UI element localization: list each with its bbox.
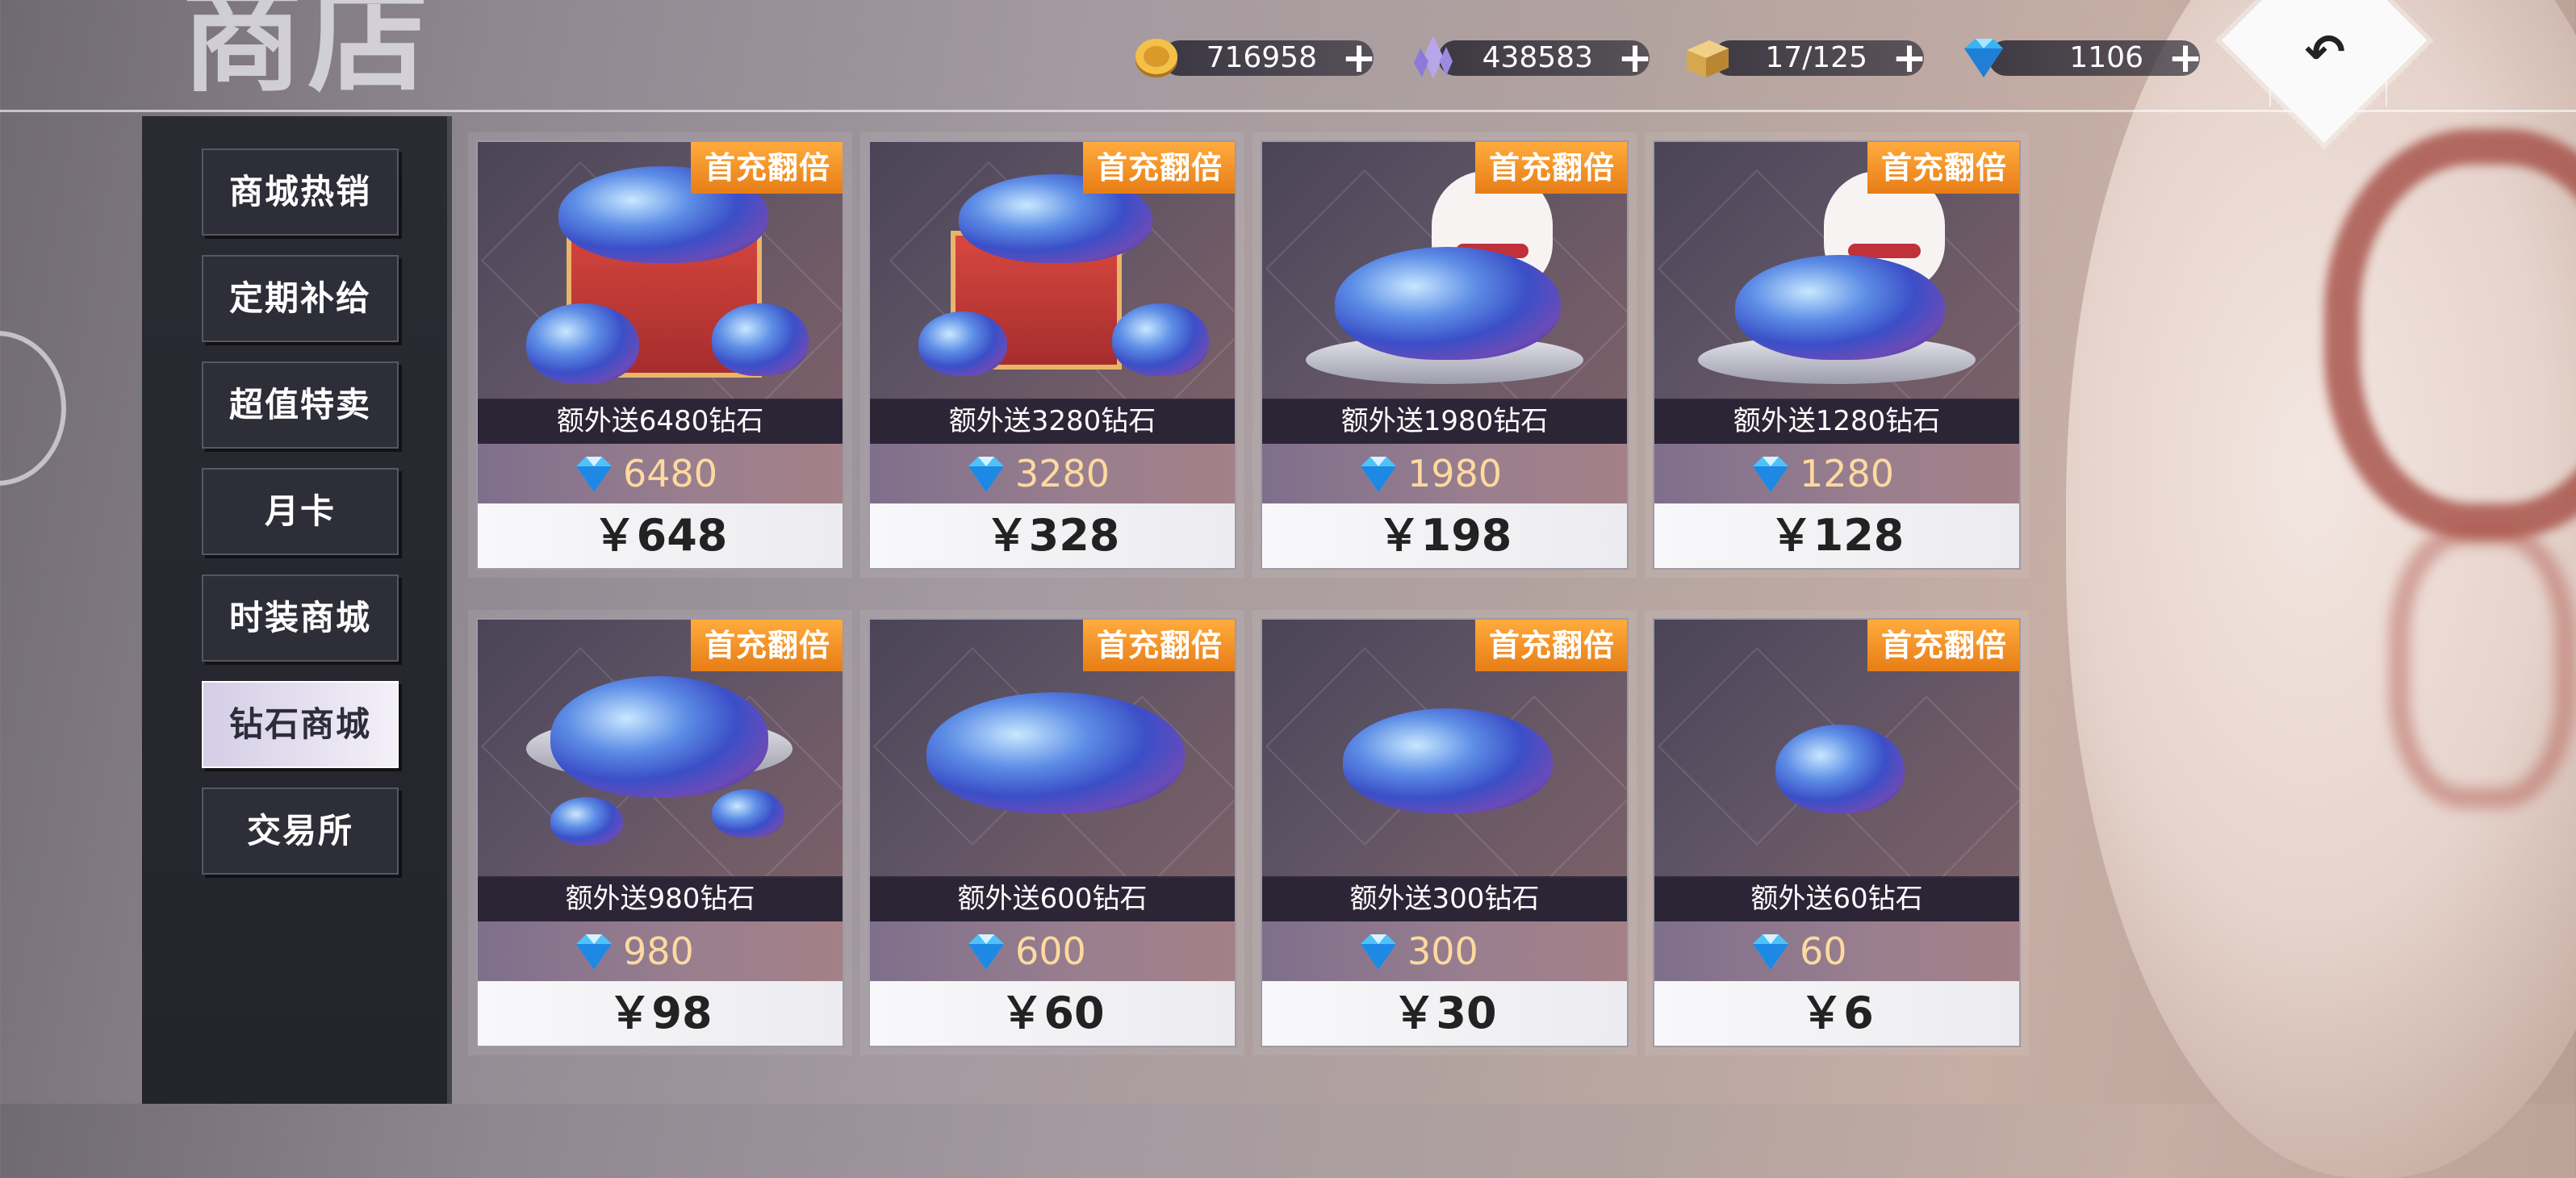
add-diamond-button[interactable]: + bbox=[2164, 37, 2206, 79]
diamond-icon bbox=[968, 934, 1004, 970]
bonus-text: 额外送3280钻石 bbox=[870, 399, 1235, 444]
diamond-amount: 60 bbox=[1800, 929, 1847, 973]
first-recharge-badge: 首充翻倍 bbox=[1867, 620, 2019, 671]
resource-gold: 716958 + bbox=[1130, 32, 1380, 82]
tab-hot-sales[interactable]: 商城热销 bbox=[202, 148, 399, 236]
price-button[interactable]: ￥328 bbox=[870, 503, 1235, 568]
diamond-amount: 980 bbox=[623, 929, 694, 973]
diamond-amount-row: 980 bbox=[478, 921, 843, 981]
tab-periodic-supply[interactable]: 定期补给 bbox=[202, 255, 399, 342]
diamond-amount: 1980 bbox=[1407, 452, 1503, 495]
gold-value: 716958 bbox=[1206, 41, 1317, 74]
price-button[interactable]: ￥30 bbox=[1262, 981, 1627, 1046]
first-recharge-badge: 首充翻倍 bbox=[1475, 142, 1627, 194]
tab-special-sale[interactable]: 超值特卖 bbox=[202, 361, 399, 449]
diamond-amount-row: 60 bbox=[1654, 921, 2019, 981]
resource-crystal: 438583 + bbox=[1406, 32, 1656, 82]
diamond-icon bbox=[1753, 934, 1788, 970]
diamond-amount-row: 1280 bbox=[1654, 444, 2019, 503]
diamond-icon bbox=[1361, 457, 1396, 492]
product-card-3280[interactable]: 首充翻倍 额外送3280钻石 3280 ￥328 bbox=[868, 140, 1236, 570]
bonus-text: 额外送6480钻石 bbox=[478, 399, 843, 444]
price-button[interactable]: ￥648 bbox=[478, 503, 843, 568]
diamond-amount: 1280 bbox=[1800, 452, 1895, 495]
diamond-amount: 3280 bbox=[1015, 452, 1110, 495]
tab-diamond-shop[interactable]: 钻石商城 bbox=[202, 681, 399, 768]
diamond-amount-row: 3280 bbox=[870, 444, 1235, 503]
add-crystal-button[interactable]: + bbox=[1614, 37, 1656, 79]
diamond-icon bbox=[576, 457, 612, 492]
price-button[interactable]: ￥6 bbox=[1654, 981, 2019, 1046]
product-card-600[interactable]: 首充翻倍 额外送600钻石 600 ￥60 bbox=[868, 618, 1236, 1047]
product-card-60[interactable]: 首充翻倍 额外送60钻石 60 ￥6 bbox=[1653, 618, 2021, 1047]
first-recharge-badge: 首充翻倍 bbox=[691, 620, 843, 671]
first-recharge-badge: 首充翻倍 bbox=[1083, 142, 1235, 194]
bonus-text: 额外送1980钻石 bbox=[1262, 399, 1627, 444]
first-recharge-badge: 首充翻倍 bbox=[1083, 620, 1235, 671]
product-card-300[interactable]: 首充翻倍 额外送300钻石 300 ￥30 bbox=[1261, 618, 1629, 1047]
tab-exchange[interactable]: 交易所 bbox=[202, 787, 399, 875]
header-divider bbox=[0, 110, 2576, 112]
diamond-value: 1106 bbox=[2069, 41, 2143, 74]
bonus-text: 额外送600钻石 bbox=[870, 876, 1235, 921]
left-edge-ring bbox=[0, 331, 66, 486]
price-button[interactable]: ￥98 bbox=[478, 981, 843, 1046]
add-stamina-button[interactable]: + bbox=[1888, 37, 1930, 79]
diamond-amount: 6480 bbox=[623, 452, 718, 495]
diamond-amount: 300 bbox=[1407, 929, 1478, 973]
stamina-value: 17/125 bbox=[1765, 41, 1867, 74]
diamond-amount-row: 1980 bbox=[1262, 444, 1627, 503]
diamond-amount-row: 600 bbox=[870, 921, 1235, 981]
resource-stamina: 17/125 + bbox=[1680, 32, 1930, 82]
diamond-icon bbox=[1753, 457, 1788, 492]
diamond-amount-row: 300 bbox=[1262, 921, 1627, 981]
page-title: 商店 bbox=[182, 0, 434, 109]
first-recharge-badge: 首充翻倍 bbox=[691, 142, 843, 194]
bonus-text: 额外送1280钻石 bbox=[1654, 399, 2019, 444]
tab-fashion-shop[interactable]: 时装商城 bbox=[202, 574, 399, 662]
bonus-text: 额外送60钻石 bbox=[1654, 876, 2019, 921]
diamond-icon bbox=[576, 934, 612, 970]
resource-diamond: 1106 + bbox=[1956, 32, 2206, 82]
price-button[interactable]: ￥128 bbox=[1654, 503, 2019, 568]
bonus-text: 额外送300钻石 bbox=[1262, 876, 1627, 921]
background-lantern-emblem-lower bbox=[2389, 524, 2576, 808]
tab-monthly-card[interactable]: 月卡 bbox=[202, 468, 399, 555]
product-card-1980[interactable]: 首充翻倍 额外送1980钻石 1980 ￥198 bbox=[1261, 140, 1629, 570]
first-recharge-badge: 首充翻倍 bbox=[1475, 620, 1627, 671]
first-recharge-badge: 首充翻倍 bbox=[1867, 142, 2019, 194]
diamond-amount-row: 6480 bbox=[478, 444, 843, 503]
product-card-1280[interactable]: 首充翻倍 额外送1280钻石 1280 ￥128 bbox=[1653, 140, 2021, 570]
price-button[interactable]: ￥198 bbox=[1262, 503, 1627, 568]
bonus-text: 额外送980钻石 bbox=[478, 876, 843, 921]
diamond-icon bbox=[1361, 934, 1396, 970]
diamond-amount: 600 bbox=[1015, 929, 1086, 973]
diamond-icon bbox=[968, 457, 1004, 492]
background-lantern-emblem bbox=[2324, 129, 2576, 539]
product-card-6480[interactable]: 首充翻倍 额外送6480钻石 6480 ￥648 bbox=[476, 140, 844, 570]
category-sidebar: 商城热销 定期补给 超值特卖 月卡 时装商城 钻石商城 交易所 bbox=[142, 116, 452, 1104]
price-button[interactable]: ￥60 bbox=[870, 981, 1235, 1046]
crystal-value: 438583 bbox=[1482, 41, 1593, 74]
add-gold-button[interactable]: + bbox=[1338, 37, 1380, 79]
return-arrow-icon[interactable]: ↶ bbox=[2297, 24, 2353, 81]
product-card-980[interactable]: 首充翻倍 额外送980钻石 980 ￥98 bbox=[476, 618, 844, 1047]
